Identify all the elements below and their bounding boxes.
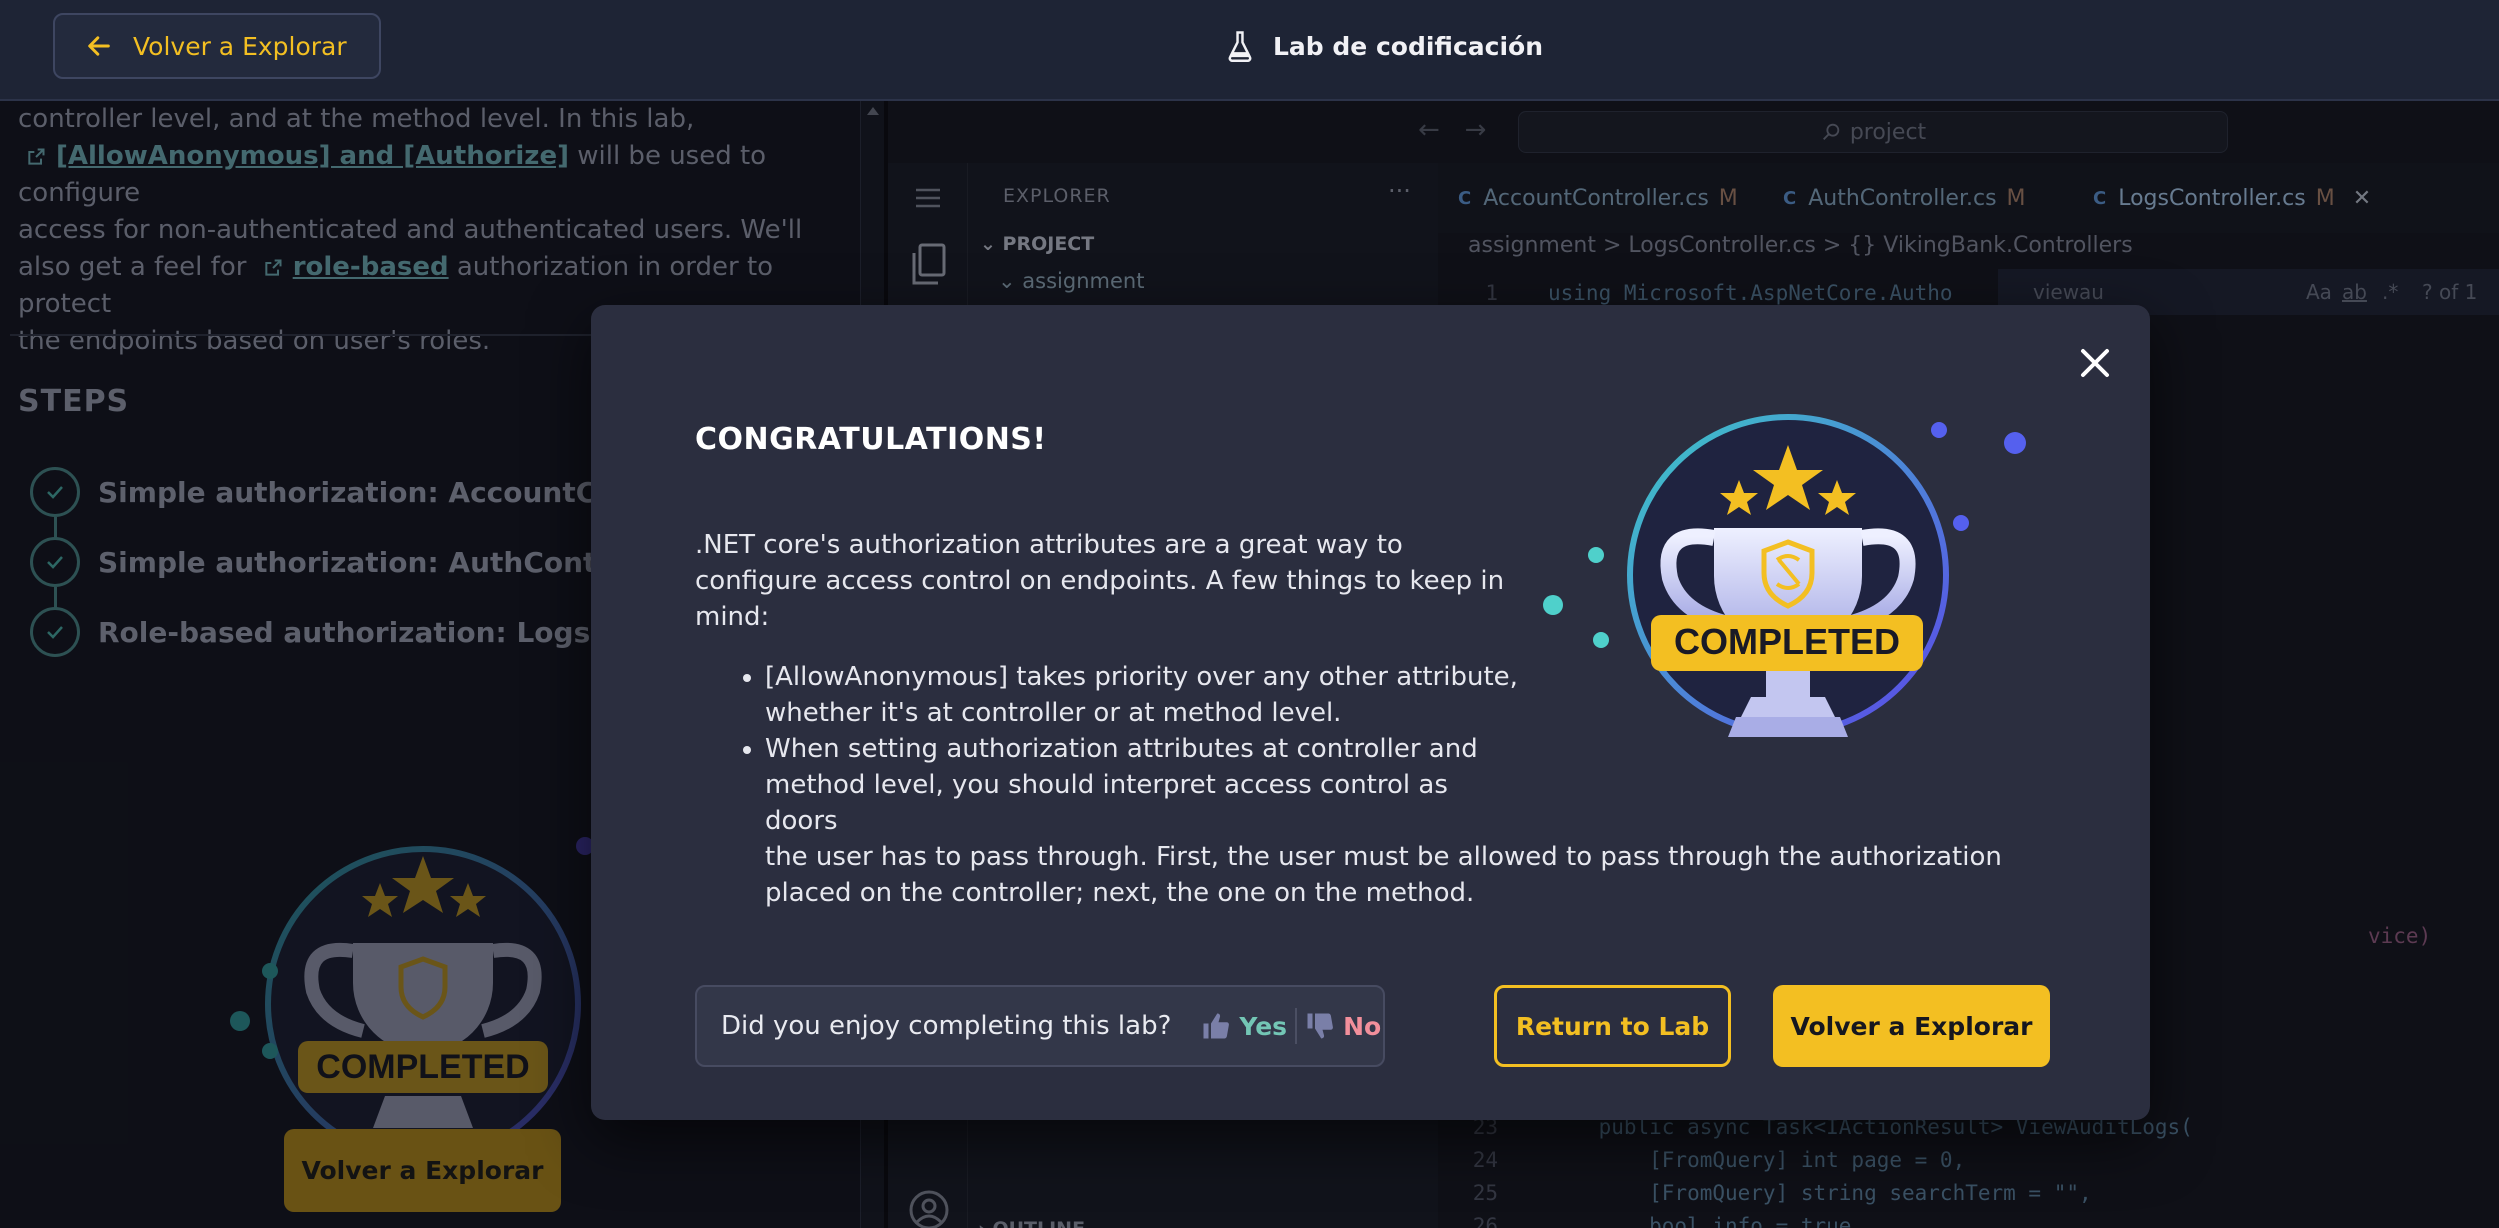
feedback-separator (1295, 1008, 1298, 1044)
top-bar: Volver a Explorar Lab de codificación (0, 0, 2499, 101)
feedback-no-button[interactable]: No (1305, 1011, 1381, 1041)
feedback-yes-button[interactable]: Yes (1201, 1011, 1287, 1041)
tip-item: [AllowAnonymous] takes priority over any… (743, 659, 1525, 731)
explore-button[interactable]: Volver a Explorar (1773, 985, 2050, 1067)
modal-intro: .NET core's authorization attributes are… (695, 530, 1505, 632)
congratulations-modal: CONGRATULATIONS! .NET core's authorizati… (591, 305, 2150, 1120)
flask-icon (1228, 31, 1252, 62)
tip-text: the user has to pass through. First, the… (765, 842, 2002, 908)
tip-text: When setting authorization attributes at… (765, 734, 1478, 836)
thumbs-up-icon (1203, 1013, 1230, 1039)
yes-label: Yes (1239, 1011, 1288, 1041)
lab-title: Lab de codificación (1225, 26, 1543, 66)
modal-title: CONGRATULATIONS! (695, 422, 1047, 457)
feedback-box: Did you enjoy completing this lab? Yes N… (695, 985, 1385, 1067)
back-to-explore-button[interactable]: Volver a Explorar (53, 13, 381, 79)
feedback-question: Did you enjoy completing this lab? (721, 1011, 1172, 1041)
close-icon[interactable] (2075, 343, 2115, 383)
completed-trophy-badge: COMPLETED (1543, 414, 2026, 737)
lab-title-text: Lab de codificación (1273, 31, 1543, 61)
arrow-left-icon (88, 36, 110, 56)
badge-text: COMPLETED (1674, 621, 1900, 662)
no-label: No (1343, 1011, 1382, 1041)
thumbs-down-icon (1307, 1013, 1333, 1039)
return-to-lab-button[interactable]: Return to Lab (1494, 985, 1731, 1067)
back-button-label: Volver a Explorar (133, 31, 347, 61)
